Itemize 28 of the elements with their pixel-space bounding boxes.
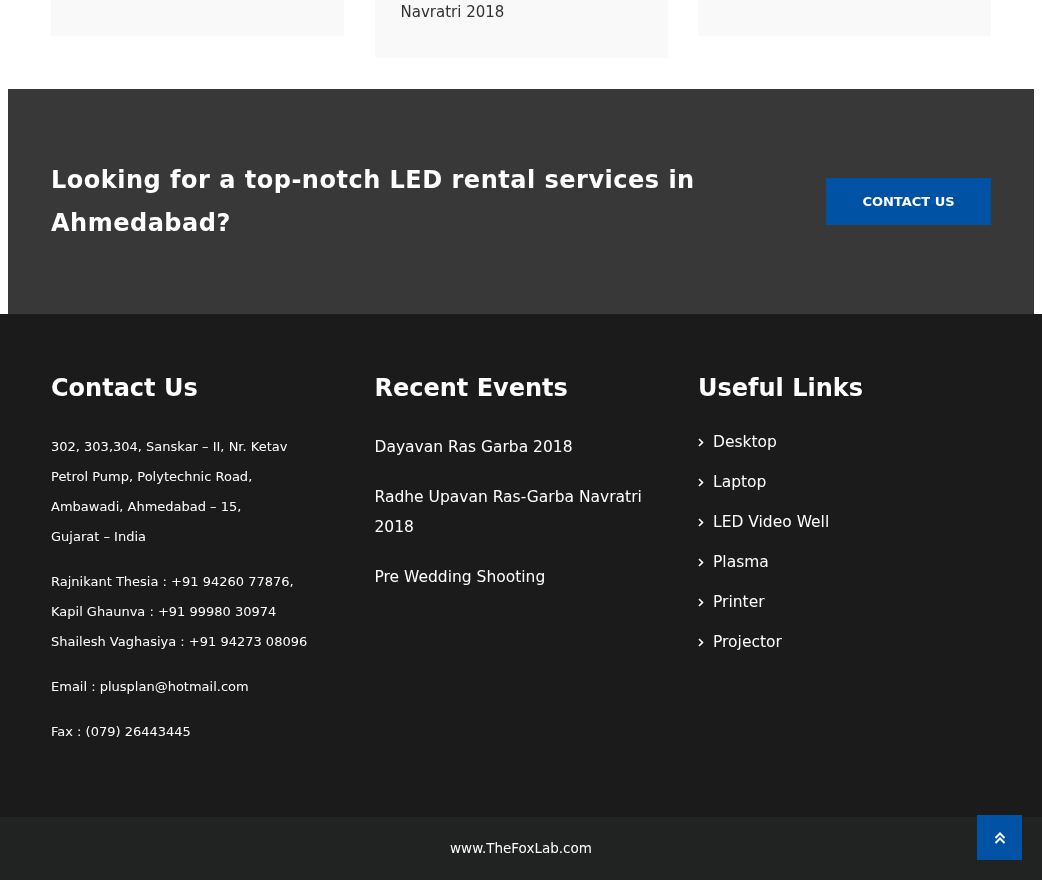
cta-heading: Looking for a top-notch LED rental services in Ahmedabad? — [51, 164, 696, 239]
column-heading: Recent Events — [374, 373, 569, 404]
event-link[interactable]: Radhe Upavan Ras-Garba Navratri 2018 — [374, 482, 668, 542]
useful-link[interactable]: Laptop — [713, 472, 767, 492]
useful-link[interactable]: Printer — [713, 592, 765, 612]
useful-link[interactable]: Desktop — [713, 432, 777, 452]
chevron-right-icon — [698, 597, 704, 607]
contact-us-button[interactable]: CONTACT US — [826, 178, 991, 225]
useful-link[interactable]: Projector — [713, 632, 782, 652]
email-text: Email : plusplan@hotmail.com — [51, 678, 250, 696]
column-heading: Useful Links — [698, 373, 864, 404]
back-to-top-button[interactable] — [977, 815, 1022, 860]
event-link[interactable]: Pre Wedding Shooting — [374, 562, 668, 592]
chevron-right-icon — [698, 517, 704, 527]
chevron-right-icon — [698, 637, 704, 647]
site-credit: www.TheFoxLab.com — [450, 839, 592, 859]
chevron-right-icon — [698, 477, 704, 487]
useful-link[interactable]: LED Video Well — [713, 512, 830, 532]
fax-text: Fax : (079) 26443445 — [51, 723, 192, 741]
chevron-right-icon — [698, 437, 704, 447]
chevron-right-icon — [698, 557, 704, 567]
address-text: 302, 303,304, Sanskar – II, Nr. Ketav Petrol Pump, Polytechnic Road, Ambawadi, Ahmedabad – 15, Gujarat – India — [51, 438, 289, 546]
double-chevron-up-icon — [993, 831, 1006, 844]
useful-link[interactable]: Plasma — [713, 552, 769, 572]
event-title: Navratri 2018 — [400, 5, 505, 20]
phone-numbers-text: Rajnikant Thesia : +91 94260 77876, Kapil Ghaunva : +91 99980 30974 Shailesh Vaghasiya : +91 94273 08096 — [51, 573, 309, 651]
event-link[interactable]: Dayavan Ras Garba 2018 — [374, 432, 668, 462]
column-heading: Contact Us — [51, 373, 199, 404]
